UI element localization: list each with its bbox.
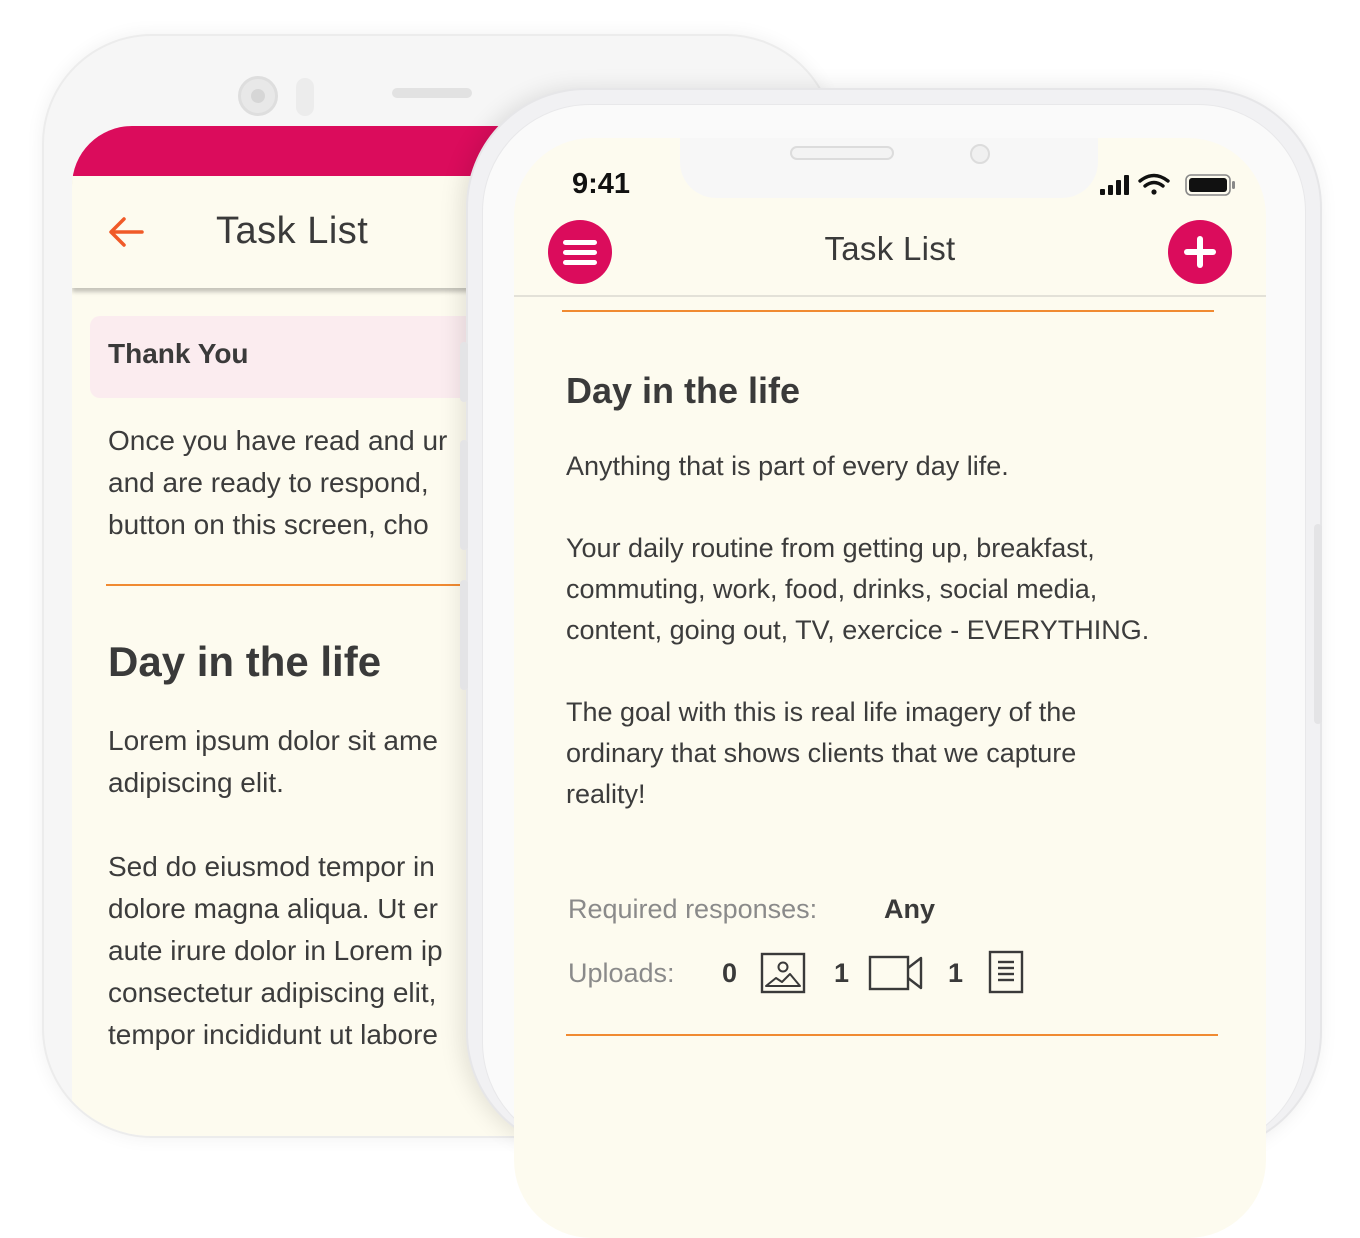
video-icon bbox=[868, 955, 923, 991]
body-line: dolore magna aliqua. Ut er bbox=[108, 893, 438, 924]
speaker-grille bbox=[790, 146, 894, 160]
status-time: 9:41 bbox=[572, 168, 631, 200]
video-upload-count: 1 bbox=[834, 958, 850, 988]
section-divider bbox=[106, 584, 506, 586]
document-upload-count: 1 bbox=[948, 958, 964, 988]
cellular-signal-icon bbox=[1100, 175, 1129, 195]
back-arrow-icon[interactable] bbox=[106, 212, 146, 252]
section-title: Day in the life bbox=[566, 370, 801, 411]
thank-you-card[interactable]: Thank You bbox=[90, 316, 510, 398]
lorem-line: adipiscing elit. bbox=[108, 767, 284, 798]
card-title: Thank You bbox=[108, 338, 249, 369]
page-title: Task List bbox=[824, 230, 956, 267]
wifi-icon bbox=[1138, 173, 1170, 195]
battery-icon bbox=[1185, 174, 1235, 196]
header-divider bbox=[514, 295, 1266, 297]
goal-line: ordinary that shows clients that we capt… bbox=[566, 738, 1077, 768]
document-icon bbox=[988, 950, 1024, 994]
body-line: consectetur adipiscing elit, bbox=[108, 977, 437, 1008]
image-upload-count: 0 bbox=[722, 958, 738, 988]
volume-up-button bbox=[460, 440, 468, 550]
earpiece-speaker bbox=[392, 88, 472, 98]
front-phone: 9:41 Task List Day in the life Anything … bbox=[460, 88, 1322, 1238]
goal-line: reality! bbox=[566, 779, 646, 809]
power-button bbox=[1314, 524, 1322, 724]
section-title: Day in the life bbox=[108, 638, 382, 685]
image-icon bbox=[760, 952, 806, 994]
routine-line: content, going out, TV, exercice - EVERY… bbox=[566, 615, 1150, 645]
add-button[interactable] bbox=[1168, 220, 1232, 284]
front-camera bbox=[238, 76, 278, 116]
section-divider bbox=[562, 310, 1214, 312]
routine-line: commuting, work, food, drinks, social me… bbox=[566, 574, 1098, 604]
body-line: Sed do eiusmod tempor in bbox=[108, 851, 435, 882]
required-responses-label: Required responses: bbox=[568, 894, 818, 924]
sensor bbox=[296, 78, 314, 116]
body-line: tempor incididunt ut labore bbox=[108, 1019, 438, 1050]
description-line: Anything that is part of every day life. bbox=[566, 451, 1009, 481]
required-responses-value: Any bbox=[884, 894, 936, 924]
section-divider bbox=[566, 1034, 1218, 1036]
mute-switch bbox=[460, 342, 468, 402]
front-camera bbox=[970, 144, 990, 164]
front-phone-screen: 9:41 Task List Day in the life Anything … bbox=[514, 138, 1266, 1238]
page-title: Task List bbox=[216, 210, 369, 252]
routine-line: Your daily routine from getting up, brea… bbox=[566, 533, 1095, 563]
goal-line: The goal with this is real life imagery … bbox=[566, 697, 1077, 727]
body-line: aute irure dolor in Lorem ip bbox=[108, 935, 443, 966]
volume-down-button bbox=[460, 580, 468, 690]
uploads-label: Uploads: bbox=[568, 958, 675, 988]
lorem-line: Lorem ipsum dolor sit ame bbox=[108, 725, 438, 756]
status-icons bbox=[1100, 173, 1235, 196]
